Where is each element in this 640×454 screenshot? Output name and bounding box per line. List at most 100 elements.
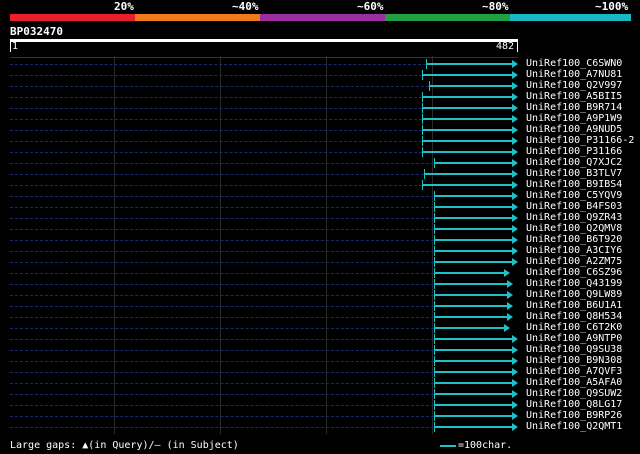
hit-label[interactable]: UniRef100_A9NTP0	[526, 333, 622, 344]
hit-alignment-bar[interactable]	[433, 272, 505, 274]
scale-label-2: ~40%	[232, 0, 259, 13]
hit-label[interactable]: UniRef100_Q8LG17	[526, 399, 622, 410]
hit-alignment-bar[interactable]	[433, 371, 513, 373]
hit-unaligned-line	[10, 361, 434, 362]
arrow-right-icon	[512, 71, 518, 79]
hit-alignment-bar[interactable]	[433, 217, 513, 219]
hit-label[interactable]: UniRef100_Q2QMV8	[526, 223, 622, 234]
hit-label[interactable]: UniRef100_B6T920	[526, 234, 622, 245]
hit-row[interactable]: UniRef100_Q2QMT1	[0, 421, 640, 433]
arrow-right-icon	[512, 357, 518, 365]
hit-label[interactable]: UniRef100_A2ZM75	[526, 256, 622, 267]
hit-label[interactable]: UniRef100_Q2V997	[526, 80, 622, 91]
arrow-right-icon	[512, 258, 518, 266]
hit-label[interactable]: UniRef100_C6SZ96	[526, 267, 622, 278]
hit-alignment-bar[interactable]	[422, 74, 513, 76]
hit-label[interactable]: UniRef100_A3CIY6	[526, 245, 622, 256]
hit-alignment-bar[interactable]	[433, 426, 513, 428]
hit-label[interactable]: UniRef100_Q8H534	[526, 311, 622, 322]
arrow-right-icon	[512, 368, 518, 376]
alignment-top-line	[10, 57, 518, 58]
hit-label[interactable]: UniRef100_B6U1A1	[526, 300, 622, 311]
hit-alignment-bar[interactable]	[422, 140, 513, 142]
hit-alignment-bar[interactable]	[422, 151, 513, 153]
hit-label[interactable]: UniRef100_Q7XJC2	[526, 157, 622, 168]
hit-label[interactable]: UniRef100_Q2QMT1	[526, 421, 622, 432]
hit-label[interactable]: UniRef100_Q9ZR43	[526, 212, 622, 223]
hit-alignment-bar[interactable]	[433, 415, 513, 417]
hit-alignment-bar[interactable]	[424, 173, 513, 175]
hit-label[interactable]: UniRef100_B9IBS4	[526, 179, 622, 190]
hit-label[interactable]: UniRef100_B9R714	[526, 102, 622, 113]
scale-segment-5	[510, 14, 631, 21]
arrow-right-icon	[512, 379, 518, 387]
hit-unaligned-line	[10, 273, 434, 274]
hit-label[interactable]: UniRef100_A5BII5	[526, 91, 622, 102]
hit-alignment-bar[interactable]	[433, 305, 508, 307]
hit-unaligned-line	[10, 328, 434, 329]
hit-label[interactable]: UniRef100_B9RP26	[526, 410, 622, 421]
arrow-right-icon	[512, 346, 518, 354]
hit-label[interactable]: UniRef100_P31166-2	[526, 135, 634, 146]
ruler-start-tick	[10, 42, 11, 52]
hit-unaligned-line	[10, 240, 434, 241]
scale-label-1: 20%	[114, 0, 134, 13]
hit-alignment-bar[interactable]	[433, 261, 513, 263]
hit-alignment-bar[interactable]	[433, 393, 513, 395]
ruler-end-tick	[517, 42, 518, 52]
hit-alignment-bar[interactable]	[422, 184, 513, 186]
hit-unaligned-line	[10, 163, 434, 164]
hit-alignment-bar[interactable]	[433, 327, 505, 329]
query-name: BP032470	[10, 25, 63, 38]
hit-label[interactable]: UniRef100_B4FS03	[526, 201, 622, 212]
hit-alignment-bar[interactable]	[422, 107, 513, 109]
scale-segment-1	[10, 14, 135, 21]
hit-alignment-bar[interactable]	[433, 228, 513, 230]
hit-label[interactable]: UniRef100_A9NUD5	[526, 124, 622, 135]
hit-label[interactable]: UniRef100_Q9SU38	[526, 344, 622, 355]
hit-alignment-bar[interactable]	[433, 162, 513, 164]
arrow-right-icon	[512, 82, 518, 90]
arrow-right-icon	[512, 423, 518, 431]
hit-label[interactable]: UniRef100_A9P1W9	[526, 113, 622, 124]
hit-label[interactable]: UniRef100_C6T2K0	[526, 322, 622, 333]
hit-label[interactable]: UniRef100_Q43199	[526, 278, 622, 289]
hit-alignment-bar[interactable]	[433, 294, 508, 296]
hit-alignment-bar[interactable]	[433, 283, 508, 285]
hit-alignment-bar[interactable]	[433, 206, 513, 208]
hit-label[interactable]: UniRef100_A7NU81	[526, 69, 622, 80]
hit-alignment-bar[interactable]	[433, 338, 513, 340]
hit-alignment-bar[interactable]	[433, 360, 513, 362]
hit-label[interactable]: UniRef100_B3TLV7	[526, 168, 622, 179]
hit-unaligned-line	[10, 405, 434, 406]
arrow-right-icon	[512, 390, 518, 398]
scale-legend-text: =100char.	[458, 440, 513, 451]
hit-label[interactable]: UniRef100_A5AFA0	[526, 377, 622, 388]
hit-unaligned-line	[10, 97, 423, 98]
hit-label[interactable]: UniRef100_Q9SUW2	[526, 388, 622, 399]
hit-alignment-bar[interactable]	[429, 85, 513, 87]
hit-alignment-bar[interactable]	[433, 349, 513, 351]
hit-alignment-bar[interactable]	[433, 382, 513, 384]
hit-label[interactable]: UniRef100_C6SWN0	[526, 58, 622, 69]
hit-alignment-bar[interactable]	[433, 404, 513, 406]
query-ruler	[10, 39, 518, 42]
hit-alignment-bar[interactable]	[433, 195, 513, 197]
hit-label[interactable]: UniRef100_B9N308	[526, 355, 622, 366]
hit-alignment-bar[interactable]	[422, 118, 513, 120]
arrow-right-icon	[503, 324, 510, 332]
hit-alignment-bar[interactable]	[422, 96, 513, 98]
hit-alignment-bar[interactable]	[433, 239, 513, 241]
hit-alignment-bar[interactable]	[426, 63, 513, 65]
hit-label[interactable]: UniRef100_P31166	[526, 146, 622, 157]
hit-label[interactable]: UniRef100_A7QVF3	[526, 366, 622, 377]
query-gap-text: (in Query)/	[88, 440, 155, 451]
hit-label[interactable]: UniRef100_C5YQV9	[526, 190, 622, 201]
hit-unaligned-line	[10, 152, 423, 153]
hit-unaligned-line	[10, 284, 434, 285]
hit-alignment-bar[interactable]	[433, 250, 513, 252]
arrow-right-icon	[503, 269, 510, 277]
hit-alignment-bar[interactable]	[433, 316, 508, 318]
hit-alignment-bar[interactable]	[422, 129, 513, 131]
hit-label[interactable]: UniRef100_Q9LW89	[526, 289, 622, 300]
